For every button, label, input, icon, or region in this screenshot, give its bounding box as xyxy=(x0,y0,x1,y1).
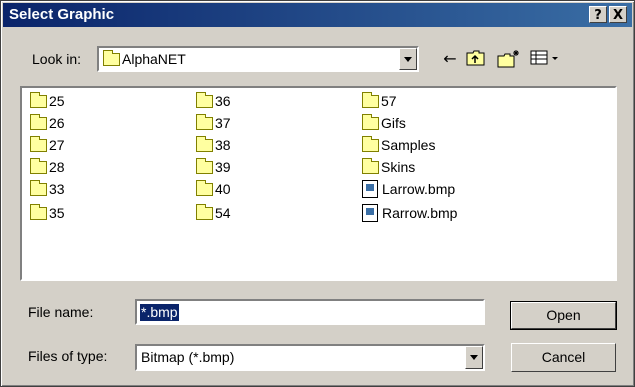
back-arrow-icon[interactable]: ← xyxy=(440,49,460,69)
folder-item[interactable]: 33 xyxy=(30,179,65,199)
file-name-label: File name: xyxy=(28,304,94,320)
folder-icon xyxy=(362,92,379,108)
folder-item[interactable]: 54 xyxy=(196,203,231,223)
folder-icon xyxy=(196,136,213,152)
create-new-folder-icon[interactable] xyxy=(496,49,522,69)
folder-item[interactable]: Skins xyxy=(362,157,415,177)
item-label: 36 xyxy=(215,93,231,109)
folder-icon xyxy=(30,92,47,108)
close-button[interactable]: X xyxy=(609,6,627,23)
title-bar[interactable]: Select Graphic ? X xyxy=(3,3,632,27)
folder-icon xyxy=(196,204,213,220)
file-name-value: *.bmp xyxy=(140,304,179,321)
item-label: Samples xyxy=(381,137,436,153)
look-in-select[interactable]: AlphaNET xyxy=(97,46,419,72)
file-name-field[interactable]: *.bmp xyxy=(135,299,485,325)
up-one-level-icon[interactable] xyxy=(464,49,488,69)
folder-item[interactable]: 25 xyxy=(30,91,65,111)
folder-item[interactable]: 40 xyxy=(196,179,231,199)
chevron-down-icon[interactable] xyxy=(399,48,417,70)
folder-icon xyxy=(30,158,47,174)
item-label: Rarrow.bmp xyxy=(382,205,458,221)
help-button[interactable]: ? xyxy=(589,6,607,23)
item-label: 54 xyxy=(215,205,231,221)
item-label: 33 xyxy=(49,181,65,197)
folder-item[interactable]: 36 xyxy=(196,91,231,111)
folder-icon xyxy=(30,204,47,220)
folder-icon xyxy=(362,158,379,174)
item-label: 35 xyxy=(49,205,65,221)
view-menu-icon[interactable] xyxy=(529,49,563,69)
folder-item[interactable]: 38 xyxy=(196,135,231,155)
folder-item[interactable]: Samples xyxy=(362,135,435,155)
up-folder-glyph xyxy=(466,50,485,66)
folder-item[interactable]: 28 xyxy=(30,157,65,177)
item-label: 57 xyxy=(381,93,397,109)
folder-item[interactable]: 57 xyxy=(362,91,397,111)
folder-icon xyxy=(30,136,47,152)
folder-icon xyxy=(30,180,47,196)
folder-item[interactable]: 35 xyxy=(30,203,65,223)
select-graphic-dialog: Select Graphic ? X Look in: AlphaNET ← 2… xyxy=(0,0,635,387)
bitmap-file-icon xyxy=(362,204,378,222)
folder-item[interactable]: Gifs xyxy=(362,113,406,133)
folder-icon xyxy=(196,92,213,108)
item-label: 27 xyxy=(49,137,65,153)
look-in-label: Look in: xyxy=(32,51,82,67)
folder-item[interactable]: 27 xyxy=(30,135,65,155)
file-type-value: Bitmap (*.bmp) xyxy=(141,349,235,365)
folder-icon xyxy=(103,50,120,66)
file-item[interactable]: Rarrow.bmp xyxy=(362,203,457,223)
folder-item[interactable]: 26 xyxy=(30,113,65,133)
file-type-label: Files of type: xyxy=(28,348,108,364)
item-label: 39 xyxy=(215,159,231,175)
bitmap-file-icon xyxy=(362,180,378,198)
folder-icon xyxy=(196,158,213,174)
view-menu-glyph xyxy=(530,50,558,65)
item-label: 25 xyxy=(49,93,65,109)
folder-item[interactable]: 37 xyxy=(196,113,231,133)
look-in-value: AlphaNET xyxy=(103,48,186,70)
item-label: 40 xyxy=(215,181,231,197)
cancel-button[interactable]: Cancel xyxy=(511,343,616,372)
file-list[interactable]: 25 26 27 28 33 35 36 37 38 39 40 54 57 G… xyxy=(20,86,617,281)
item-label: Larrow.bmp xyxy=(382,181,456,197)
item-label: 26 xyxy=(49,115,65,131)
folder-icon xyxy=(362,136,379,152)
folder-icon xyxy=(196,114,213,130)
item-label: Gifs xyxy=(381,115,406,131)
folder-icon xyxy=(196,180,213,196)
new-folder-glyph xyxy=(497,50,519,68)
folder-icon xyxy=(30,114,47,130)
file-type-select[interactable]: Bitmap (*.bmp) xyxy=(135,344,485,371)
chevron-down-icon[interactable] xyxy=(465,346,483,369)
item-label: Skins xyxy=(381,159,416,175)
folder-item[interactable]: 39 xyxy=(196,157,231,177)
item-label: 28 xyxy=(49,159,65,175)
folder-icon xyxy=(362,114,379,130)
look-in-value-text: AlphaNET xyxy=(122,51,186,67)
file-item[interactable]: Larrow.bmp xyxy=(362,179,455,199)
dialog-title: Select Graphic xyxy=(9,6,115,23)
open-button[interactable]: Open xyxy=(510,301,617,330)
item-label: 38 xyxy=(215,137,231,153)
item-label: 37 xyxy=(215,115,231,131)
